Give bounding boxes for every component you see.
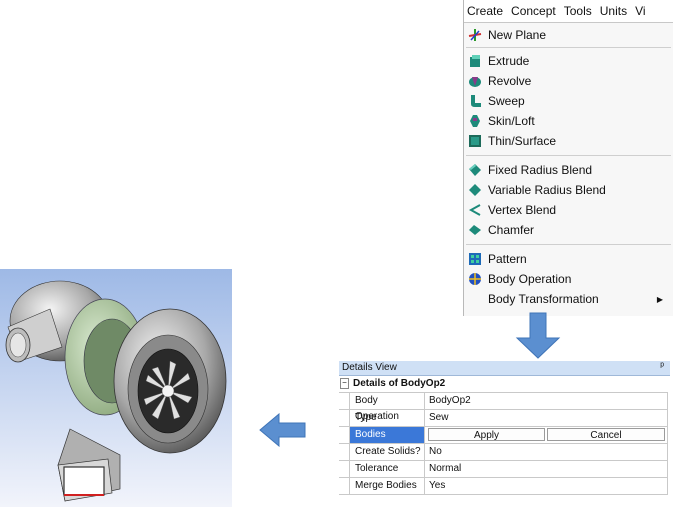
new-plane-icon [468,29,482,41]
menu-item-label: Vertex Blend [488,203,557,217]
menu-separator [466,244,671,245]
menu-item-fixed-radius-blend[interactable]: Fixed Radius Blend [464,160,673,180]
table-row-selected[interactable]: Bodies Apply Cancel [339,427,668,444]
property-value[interactable]: Yes [425,478,668,494]
table-row[interactable]: Body Operation BodyOp2 [339,393,668,422]
menu-item-label: Pattern [488,252,527,266]
skin-loft-icon [470,115,480,127]
table-row[interactable]: Merge Bodies Yes [339,478,668,495]
collapse-icon[interactable]: − [340,378,349,389]
vertex-blend-icon [468,204,481,216]
property-label: Bodies [349,427,425,443]
menu-item-label: Revolve [488,74,532,88]
menu-concept[interactable]: Concept [511,4,556,18]
model-viewport[interactable] [0,269,232,507]
menu-separator [466,47,671,48]
property-value[interactable]: No [425,444,668,460]
menu-units[interactable]: Units [600,4,627,18]
menu-item-body-operation[interactable]: Body Operation [464,269,673,289]
sweep-icon [471,95,481,107]
menu-item-thin-surface[interactable]: Thin/Surface [464,131,673,151]
menu-item-label: Fixed Radius Blend [488,163,593,177]
create-menu: Create Concept Tools Units Vi New Plane … [463,0,673,316]
variable-radius-blend-icon [469,184,481,196]
menu-item-chamfer[interactable]: Chamfer [464,220,673,240]
extrude-icon [470,55,480,67]
left-arrow-icon [259,413,306,447]
menu-item-label: Body Operation [488,272,572,286]
menu-item-label: Body Transformation [488,292,599,306]
menu-item-extrude[interactable]: Extrude [464,51,673,71]
details-view-panel: Details View ᵖ − Details of BodyOp2 Body… [339,361,673,507]
details-group-title: Details of BodyOp2 [353,378,446,389]
menu-item-body-transformation[interactable]: Body Transformation ▶ [464,289,673,309]
menu-item-label: Thin/Surface [488,134,557,148]
menu-item-label: Chamfer [488,223,535,237]
details-view-title: Details View [342,362,397,373]
menu-bar: Create Concept Tools Units Vi [464,0,673,23]
fixed-radius-blend-icon [469,164,481,176]
property-label: Body Operation [349,393,425,422]
menu-create[interactable]: Create [467,4,503,18]
menu-separator [466,155,671,156]
property-label: Type [349,410,425,426]
menu-item-label: Extrude [488,54,530,68]
table-row[interactable]: Type Sew [339,410,668,427]
cancel-button[interactable]: Cancel [547,428,665,441]
menu-item-label: Skin/Loft [488,114,535,128]
menu-item-vertex-blend[interactable]: Vertex Blend [464,200,673,220]
menu-tools[interactable]: Tools [564,4,592,18]
revolve-icon [469,77,481,87]
submenu-arrow-icon: ▶ [656,295,663,304]
property-label: Merge Bodies [349,478,425,494]
menu-item-revolve[interactable]: Revolve [464,71,673,91]
menu-item-label: New Plane [488,28,547,42]
apply-button[interactable]: Apply [428,428,545,441]
property-value[interactable]: Normal [425,461,668,477]
property-label: Create Solids? [349,444,425,460]
menu-item-new-plane[interactable]: New Plane [464,25,673,45]
pattern-icon [469,253,481,265]
down-arrow-icon [515,312,561,359]
menu-item-label: Variable Radius Blend [488,183,606,197]
details-view-header: Details View ᵖ [339,361,670,376]
blank-icon [468,292,482,306]
menu-item-skin-loft[interactable]: Skin/Loft [464,111,673,131]
table-row[interactable]: Tolerance Normal [339,461,668,478]
pin-icon[interactable]: ᵖ [660,361,664,372]
menu-item-variable-radius-blend[interactable]: Variable Radius Blend [464,180,673,200]
body-operation-icon [469,273,481,285]
thin-surface-icon [469,135,481,147]
property-value: Apply Cancel [425,427,668,443]
property-label: Tolerance [349,461,425,477]
table-row[interactable]: Create Solids? No [339,444,668,461]
property-value[interactable]: Sew [425,410,668,426]
menu-item-label: Sweep [488,94,525,108]
details-group-header[interactable]: − Details of BodyOp2 [339,376,668,393]
property-value[interactable]: BodyOp2 [425,393,668,409]
menu-view[interactable]: Vi [635,4,645,18]
chamfer-icon [469,225,481,235]
menu-item-pattern[interactable]: Pattern [464,249,673,269]
menu-item-sweep[interactable]: Sweep [464,91,673,111]
